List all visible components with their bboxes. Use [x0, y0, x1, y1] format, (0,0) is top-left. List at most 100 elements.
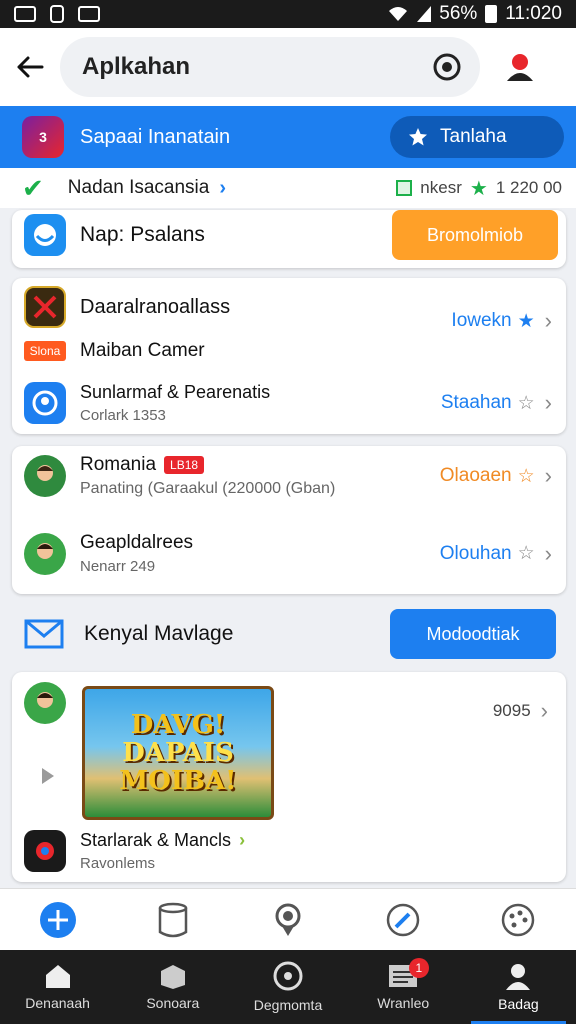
palette-button[interactable] — [499, 901, 537, 939]
list-item-subtitle: Corlark 1353 — [80, 407, 166, 424]
list-action-label[interactable]: Staahan — [441, 392, 512, 414]
quick-actions — [0, 888, 576, 950]
list-item-subtitle: Ravonlems — [80, 855, 156, 872]
check-icon: ✔ — [22, 172, 44, 203]
mail-button[interactable]: Modoodtiak — [390, 609, 556, 659]
list-item-title: Romania — [80, 454, 157, 475]
card-nap-title: Nap: Psalans — [80, 223, 205, 246]
checkbox-icon — [396, 180, 413, 196]
person-icon — [506, 964, 531, 990]
promo-row[interactable]: ✔ Nadan Isacansia › nkesr ★ 1 220 00 — [0, 168, 576, 208]
star-icon — [409, 128, 427, 146]
list-item[interactable]: Slona Maiban Camer — [24, 340, 552, 362]
battery-icon — [485, 5, 498, 23]
card-game: DAVG! DAPAIS MOIBA! 9095 › Starlarak & M… — [12, 672, 566, 882]
star-icon[interactable]: ☆ — [518, 392, 535, 415]
avatar — [24, 532, 66, 575]
battery-percent: 56% — [439, 3, 478, 24]
message-icon — [78, 6, 100, 22]
shield-icon — [50, 5, 64, 23]
tool-icon — [386, 903, 420, 936]
back-button[interactable] — [0, 55, 60, 79]
mail-label: Kenyal Mavlage — [84, 622, 234, 645]
list-item-title: Starlarak & Mancls — [80, 830, 232, 850]
list-action-label[interactable]: Olaoaen — [440, 465, 512, 487]
user-icon[interactable] — [504, 51, 536, 83]
list-item-title: Geapldalrees — [80, 532, 194, 553]
nav-profile[interactable]: Badag — [461, 950, 576, 1024]
banner-line-3: MOIBA! — [119, 766, 237, 796]
list-item[interactable]: Sunlarmaf & Pearenatis Corlark 1353 Staa… — [24, 382, 552, 424]
person-circle-icon — [24, 382, 66, 424]
list-action-row[interactable]: Iowekn ★ › — [24, 308, 552, 334]
card-nap: Nap: Psalans Bromolmiob — [12, 210, 566, 268]
star-icon[interactable]: ☆ — [518, 465, 535, 488]
featured-app-icon: 3 — [22, 116, 64, 158]
chevron-right-icon: › — [219, 176, 227, 199]
search-query: Aplkahan — [82, 53, 191, 80]
clock: 11:020 — [505, 3, 562, 24]
featured-button-label: Tanlaha — [440, 126, 507, 147]
star-icon[interactable]: ☆ — [518, 542, 535, 565]
search-field[interactable]: Aplkahan — [60, 37, 480, 97]
promo-right-text: nkesr — [420, 178, 462, 197]
notification-badge: 1 — [408, 958, 429, 978]
promo-count: 1 220 00 — [495, 178, 562, 197]
gallery-icon — [14, 6, 36, 22]
featured-button[interactable]: Tanlaha — [390, 116, 564, 158]
plus-button[interactable] — [39, 901, 77, 939]
featured-app-icon-text: 3 — [39, 129, 47, 145]
chevron-right-icon: › — [544, 463, 552, 488]
nav-label: Sonoara — [146, 995, 200, 1011]
pin-icon — [275, 903, 301, 936]
target-icon[interactable] — [432, 52, 462, 82]
nav-label: Badag — [498, 996, 539, 1012]
list-item-badge: Slona — [24, 341, 66, 361]
card-count-value: 9095 — [492, 701, 531, 720]
water-app-icon — [24, 214, 66, 256]
star-icon: ★ — [517, 310, 535, 332]
location-button[interactable] — [269, 901, 307, 939]
nav-news[interactable]: Wranleo 1 — [346, 950, 461, 1024]
mail-icon — [24, 619, 64, 649]
home-icon — [45, 965, 70, 988]
list-item-subtitle: Nenarr 249 — [80, 558, 156, 575]
avatar — [24, 455, 66, 497]
back-arrow-icon — [17, 56, 44, 78]
nav-store[interactable]: Sonoara — [115, 950, 230, 1024]
list-item[interactable]: Geapldalrees Nenarr 249 Olouhan ☆ › — [24, 532, 552, 575]
promo-button[interactable]: Bromolmiob — [392, 210, 558, 260]
promo-label: Nadan Isacansia — [67, 177, 210, 198]
nav-home[interactable]: Denanaah — [0, 950, 115, 1024]
list-item-title: Sunlarmaf & Pearenatis — [80, 382, 271, 402]
list-item[interactable]: Starlarak & Mancls › Ravonlems — [24, 830, 552, 872]
chevron-right-icon: › — [239, 830, 246, 850]
chevron-right-icon: › — [540, 698, 548, 723]
list-item[interactable]: Romania LB18 Panating (Garaakul (220000 … — [24, 454, 552, 498]
avatar — [24, 682, 66, 724]
tools-button[interactable] — [384, 901, 422, 939]
palette-icon — [502, 903, 535, 936]
list-item-subtitle: Panating (Garaakul (220000 (Gban) — [80, 480, 336, 497]
card-list-1: Daaralranoallass Iowekn ★ › Slona Maiban… — [12, 278, 566, 434]
banner-line-2: DAPAIS — [122, 738, 234, 768]
card-count[interactable]: 9095 › — [493, 698, 548, 724]
status-badge: LB18 — [164, 456, 205, 474]
featured-bar[interactable]: 3 Sapaai Inanatain Tanlaha — [0, 106, 576, 168]
signal-icon — [417, 6, 432, 22]
game-banner[interactable]: DAVG! DAPAIS MOIBA! — [82, 686, 274, 820]
wifi-icon — [389, 7, 408, 21]
box-icon — [160, 965, 185, 989]
status-bar: 56% 11:020 — [0, 0, 576, 28]
cylinder-icon — [158, 902, 188, 937]
storage-button[interactable] — [154, 901, 192, 939]
star-icon: ★ — [469, 177, 488, 200]
nav-label: Denanaah — [25, 995, 90, 1011]
game-app-icon — [24, 830, 66, 872]
plus-icon — [39, 901, 76, 938]
nav-discover[interactable]: Degmomta — [230, 950, 345, 1024]
list-action-label[interactable]: Olouhan — [440, 543, 512, 565]
card-list-2: Romania LB18 Panating (Garaakul (220000 … — [12, 446, 566, 594]
mail-row: Kenyal Mavlage Modoodtiak — [0, 598, 576, 670]
play-icon[interactable] — [40, 766, 56, 786]
